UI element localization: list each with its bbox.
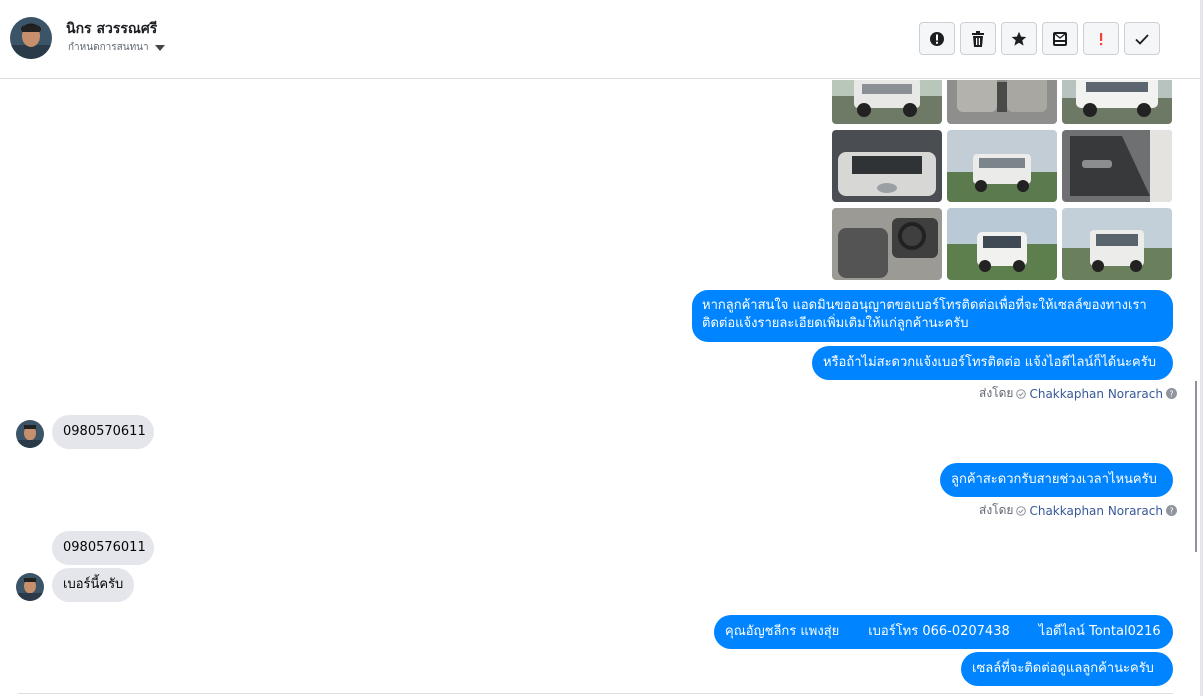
assign-label: กำหนดการสนทนา bbox=[68, 42, 149, 53]
sender-name[interactable]: Chakkaphan Norarach bbox=[1029, 387, 1162, 401]
incoming-message[interactable]: 0980570611 bbox=[52, 415, 154, 449]
help-icon[interactable]: ? bbox=[1165, 505, 1177, 516]
move-to-inbox-button[interactable] bbox=[1042, 22, 1078, 55]
conversation-header: นิกร สวรรณศรี กำหนดการสนทนา bbox=[0, 0, 1200, 79]
check-circle-icon bbox=[1016, 505, 1027, 516]
thread-scrollbar[interactable] bbox=[1195, 381, 1197, 552]
checkmark-icon bbox=[1135, 33, 1149, 45]
chevron-down-icon bbox=[154, 44, 165, 51]
car-photo[interactable] bbox=[947, 130, 1057, 202]
car-photo[interactable] bbox=[1062, 130, 1172, 202]
mark-spam-button[interactable] bbox=[919, 22, 955, 55]
contact-name: นิกร สวรรณศรี bbox=[66, 21, 158, 37]
contact-avatar-small[interactable] bbox=[16, 573, 44, 601]
message-text: ติดต่อแจ้งรายละเอียดเพิ่มเติมให้แก่ลูกค้… bbox=[702, 316, 969, 331]
assign-conversation-dropdown[interactable]: กำหนดการสนทนา bbox=[68, 40, 165, 55]
sent-by-prefix: ส่งโดย bbox=[979, 503, 1014, 517]
car-photo[interactable] bbox=[832, 130, 942, 202]
outgoing-message[interactable]: ลูกค้าสะดวกรับสายช่วงเวลาไหนครับ bbox=[940, 463, 1173, 497]
svg-text:?: ? bbox=[1169, 390, 1173, 399]
trash-icon bbox=[972, 30, 984, 47]
inbox-icon bbox=[1053, 31, 1067, 46]
message-text: หากลูกค้าสนใจ แอดมินขออนุญาตขอเบอร์โทรติ… bbox=[702, 298, 1147, 313]
incoming-message[interactable]: เบอร์นี้ครับ bbox=[52, 568, 134, 602]
contact-avatar-small[interactable] bbox=[16, 420, 44, 448]
car-photo[interactable] bbox=[832, 208, 942, 280]
svg-text:?: ? bbox=[1169, 507, 1173, 516]
mark-important-button[interactable] bbox=[1083, 22, 1119, 55]
conversation-toolbar bbox=[919, 22, 1160, 55]
car-photo[interactable] bbox=[832, 80, 942, 124]
mark-done-button[interactable] bbox=[1124, 22, 1160, 55]
sender-name[interactable]: Chakkaphan Norarach bbox=[1029, 504, 1162, 518]
sent-by-prefix: ส่งโดย bbox=[979, 386, 1014, 400]
message-thread[interactable]: หากลูกค้าสนใจ แอดมินขออนุญาตขอเบอร์โทรติ… bbox=[0, 80, 1195, 696]
outgoing-message[interactable]: คุณอัญชลีกร แพงสุ่ย เบอร์โทร 066-0207438… bbox=[714, 615, 1173, 649]
photo-grid bbox=[832, 80, 1172, 280]
contact-avatar[interactable] bbox=[10, 17, 52, 59]
star-icon bbox=[1011, 31, 1027, 46]
delete-button[interactable] bbox=[960, 22, 996, 55]
car-photo[interactable] bbox=[947, 80, 1057, 124]
exclamation-circle-icon bbox=[930, 31, 944, 46]
incoming-message[interactable]: 0980576011 bbox=[52, 531, 154, 565]
messenger-window: นิกร สวรรณศรี กำหนดการสนทนา หากลูกค้าสนใ… bbox=[0, 0, 1203, 696]
sent-by-label: ส่งโดย Chakkaphan Norarach ? bbox=[979, 501, 1177, 520]
important-icon bbox=[1100, 32, 1103, 45]
car-photo[interactable] bbox=[947, 208, 1057, 280]
car-photo[interactable] bbox=[1062, 208, 1172, 280]
help-icon[interactable]: ? bbox=[1165, 388, 1177, 399]
outgoing-message[interactable]: หรือถ้าไม่สะดวกแจ้งเบอร์โทรติดต่อ แจ้งไอ… bbox=[812, 346, 1173, 380]
sent-by-label: ส่งโดย Chakkaphan Norarach ? bbox=[979, 384, 1177, 403]
outgoing-message[interactable]: หากลูกค้าสนใจ แอดมินขออนุญาตขอเบอร์โทรติ… bbox=[692, 290, 1173, 342]
star-button[interactable] bbox=[1001, 22, 1037, 55]
composer-divider bbox=[18, 693, 1173, 694]
check-circle-icon bbox=[1016, 388, 1027, 399]
outgoing-message[interactable]: เซลล์ที่จะติดต่อดูแลลูกค้านะครับ bbox=[961, 652, 1173, 686]
car-photo[interactable] bbox=[1062, 80, 1172, 124]
